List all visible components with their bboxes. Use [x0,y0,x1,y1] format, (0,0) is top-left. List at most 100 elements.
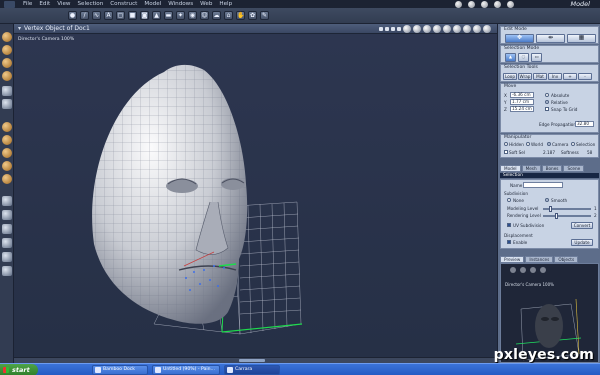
select-arrow-button[interactable]: ▲ [505,53,516,62]
vertex-tool-icon[interactable] [2,99,12,109]
menu-construct[interactable]: Construct [110,1,137,7]
bevel-tool-icon[interactable] [2,148,12,158]
tab-model[interactable]: Model [500,165,521,172]
plane-tool-icon[interactable]: ▬ [164,11,173,20]
modeling-level-knob[interactable] [549,206,552,212]
frame-tool-icon[interactable]: ▢ [116,11,125,20]
uv-subdivision-checkbox[interactable] [507,223,511,227]
move-tool-icon[interactable] [2,32,12,42]
model-room-icon[interactable] [468,1,475,8]
head[interactable] [92,64,248,324]
zoom-view-icon[interactable] [2,224,12,234]
absolute-radio[interactable] [545,93,549,97]
3d-viewport[interactable]: Director's Camera 100% [14,34,497,357]
wrap-button[interactable]: Wrap [518,73,532,80]
snap-to-grid-checkbox[interactable] [545,107,549,111]
enable-displacement-checkbox[interactable] [507,240,511,244]
twist-tool-icon[interactable] [2,71,12,81]
orbit-view-icon[interactable] [2,210,12,220]
tab-bones[interactable]: Bones [541,165,563,172]
shading-icon[interactable] [403,25,411,33]
plant-tool-icon[interactable]: ✿ [248,11,257,20]
lasso-select-button[interactable]: ◌ [518,53,529,62]
render-preview-icon[interactable] [473,25,481,33]
y-field[interactable]: 1.77 cm [510,99,534,105]
x-field[interactable]: -6.36 cm [510,92,534,98]
collapse-icon[interactable]: ▾ [18,25,21,32]
soft-sel-value[interactable]: 2.187 [543,150,555,155]
cylinder-tool-icon[interactable]: ◙ [140,11,149,20]
modeling-level-slider[interactable] [543,206,591,212]
menu-view[interactable]: View [57,1,70,7]
pen-tool-icon[interactable]: ∕ [80,11,89,20]
edge-propagation-field[interactable]: 32.80 [575,121,594,127]
translate-tool-icon[interactable] [2,122,12,132]
render-room-icon[interactable] [507,1,514,8]
wireframe-icon[interactable] [413,25,421,33]
render-tool-icon[interactable]: ✎ [260,11,269,20]
none-radio[interactable] [507,198,511,202]
terrain-tool-icon[interactable]: ⌂ [224,11,233,20]
hidden-radio[interactable] [504,142,508,146]
sculpt-tool-icon[interactable]: ∿ [92,11,101,20]
camera-view-icon[interactable] [2,196,12,206]
menu-edit[interactable]: Edit [39,1,50,7]
sphere-tool-icon[interactable]: ● [68,11,77,20]
soft-sel-checkbox[interactable] [504,150,508,154]
zoom-icon[interactable] [433,25,441,33]
selection-bar[interactable]: Selection [500,173,599,178]
extrude-tool-icon[interactable] [2,135,12,145]
smooth-tool-icon[interactable] [2,174,12,184]
task-carrara[interactable]: Carrara [224,365,280,375]
smooth-radio[interactable] [545,198,549,202]
task-paint[interactable]: Untitled (90%) - Pain... [152,365,220,375]
tab-scene[interactable]: Scene [563,165,585,172]
rect-select-button[interactable]: ▭ [531,53,542,62]
dolly-view-icon[interactable] [2,252,12,262]
rendering-level-knob[interactable] [555,213,558,219]
face-mode-button[interactable]: ▦ [567,34,596,43]
edge-mode-button[interactable]: ⇹ [536,34,565,43]
menu-selection[interactable]: Selection [78,1,104,7]
layout-4-icon[interactable] [397,27,401,31]
light-tool-icon[interactable]: ✦ [176,11,185,20]
fit-icon[interactable] [463,25,471,33]
tab-preview[interactable]: Preview [500,256,525,263]
update-button[interactable]: Update [571,239,593,246]
world-radio[interactable] [526,142,530,146]
menu-help[interactable]: Help [219,1,232,7]
pan-icon[interactable] [443,25,451,33]
relative-radio[interactable] [545,100,549,104]
polygon-tool-icon[interactable] [2,86,12,96]
start-button[interactable]: start [0,364,38,375]
selection-radio[interactable] [571,142,575,146]
inflate-tool-icon[interactable] [2,161,12,171]
grow-button[interactable]: + [563,73,577,80]
layout-3-icon[interactable] [391,27,395,31]
layout-1-icon[interactable] [379,27,383,31]
z-field[interactable]: 15.24 cm [510,106,534,112]
vertex-mode-button[interactable]: ✥ [505,34,534,43]
pan-view-icon[interactable] [2,238,12,248]
camera-radio[interactable] [547,142,551,146]
layout-2-icon[interactable] [385,27,389,31]
scale-tool-icon[interactable] [2,58,12,68]
inv-button[interactable]: Inv [548,73,562,80]
cone-tool-icon[interactable]: ▲ [152,11,161,20]
hand-tool-icon[interactable]: ✋ [236,11,245,20]
loop-button[interactable]: Loop [503,73,517,80]
menu-windows[interactable]: Windows [168,1,193,7]
task-bamboo-dock[interactable]: Bamboo Dock [92,365,148,375]
menu-model[interactable]: Model [144,1,161,7]
name-field[interactable] [523,182,563,188]
box-tool-icon[interactable]: ■ [128,11,137,20]
shrink-button[interactable]: - [578,73,592,80]
figure-tool-icon[interactable]: ☺ [200,11,209,20]
eyedropper-icon[interactable] [2,266,12,276]
cloud-tool-icon[interactable]: ☁ [212,11,221,20]
assemble-room-icon[interactable] [455,1,462,8]
softness-value[interactable]: 58 [587,150,592,155]
menu-file[interactable]: File [23,1,32,7]
texture-room-icon[interactable] [494,1,501,8]
storyboard-room-icon[interactable] [481,1,488,8]
